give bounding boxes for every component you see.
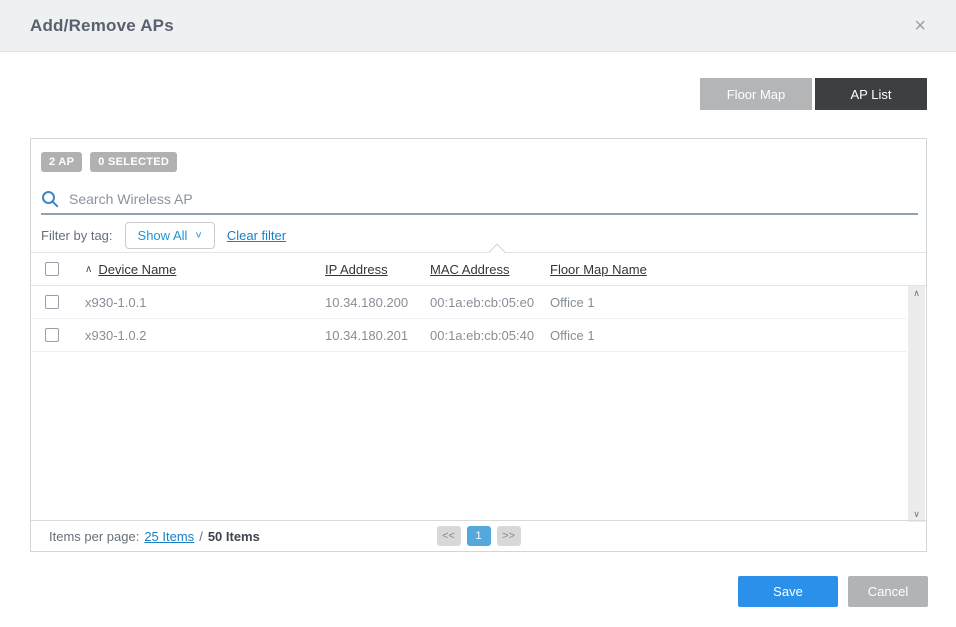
ap-count-badge: 2 AP [41,152,82,172]
cell-mac-address: 00:1a:eb:cb:05:e0 [430,295,550,310]
search-input[interactable] [69,191,918,207]
chevron-down-icon: ˅ [195,230,201,242]
select-all-checkbox[interactable] [45,262,59,276]
search-bar [41,185,918,215]
filter-by-tag-label: Filter by tag: [41,228,113,243]
cell-ip-address: 10.34.180.201 [325,328,430,343]
dialog-title: Add/Remove APs [30,16,174,36]
cell-floor-map-name: Office 1 [550,328,906,343]
vertical-scrollbar[interactable]: ∧ ∨ [908,286,925,522]
tag-filter-dropdown[interactable]: Show All ˅ [125,222,215,249]
items-separator: / [199,529,203,544]
search-icon [41,190,59,208]
tab-ap-list[interactable]: AP List [815,78,927,110]
row-checkbox[interactable] [45,295,59,309]
cell-device-name: x930-1.0.2 [85,328,325,343]
ap-list-panel: 2 AP 0 SELECTED Filter by tag: Show All … [30,138,927,552]
table-body: x930-1.0.1 10.34.180.200 00:1a:eb:cb:05:… [31,286,906,352]
cell-ip-address: 10.34.180.200 [325,295,430,310]
selected-count-badge: 0 SELECTED [90,152,177,172]
column-mac-address[interactable]: MAC Address [430,262,550,277]
row-checkbox[interactable] [45,328,59,342]
save-button[interactable]: Save [738,576,838,607]
cell-device-name: x930-1.0.1 [85,295,325,310]
column-ip-address[interactable]: IP Address [325,262,430,277]
table-row[interactable]: x930-1.0.2 10.34.180.201 00:1a:eb:cb:05:… [31,319,906,352]
clear-filter-link[interactable]: Clear filter [227,228,286,243]
page-size-link[interactable]: 25 Items [144,529,194,544]
view-tabs: Floor Map AP List [700,78,927,110]
close-icon[interactable]: × [914,16,926,36]
dialog-titlebar: Add/Remove APs × [0,0,956,52]
total-items-label: 50 Items [208,529,260,544]
cell-floor-map-name: Office 1 [550,295,906,310]
cancel-button[interactable]: Cancel [848,576,928,607]
scroll-down-icon[interactable]: ∨ [913,510,920,519]
next-page-button[interactable]: >> [497,526,521,546]
sort-ascending-icon[interactable]: ∧ [85,264,92,275]
table-footer: Items per page: 25 Items / 50 Items << 1… [31,520,926,551]
column-device-name[interactable]: Device Name [98,262,176,277]
pagination: << 1 >> [437,526,521,546]
current-page-button[interactable]: 1 [467,526,491,546]
items-per-page: Items per page: 25 Items / 50 Items [49,529,260,544]
column-floor-map-name[interactable]: Floor Map Name [550,262,926,277]
count-badges: 2 AP 0 SELECTED [41,152,177,172]
prev-page-button[interactable]: << [437,526,461,546]
scroll-up-icon[interactable]: ∧ [913,289,920,298]
tab-floor-map[interactable]: Floor Map [700,78,812,110]
dialog-actions: Save Cancel [738,576,928,607]
items-per-page-label: Items per page: [49,529,139,544]
filter-bar: Filter by tag: Show All ˅ Clear filter [31,219,926,253]
table-header: ∧ Device Name IP Address MAC Address Flo… [31,253,926,286]
table-row[interactable]: x930-1.0.1 10.34.180.200 00:1a:eb:cb:05:… [31,286,906,319]
cell-mac-address: 00:1a:eb:cb:05:40 [430,328,550,343]
tag-filter-value: Show All [138,228,188,243]
